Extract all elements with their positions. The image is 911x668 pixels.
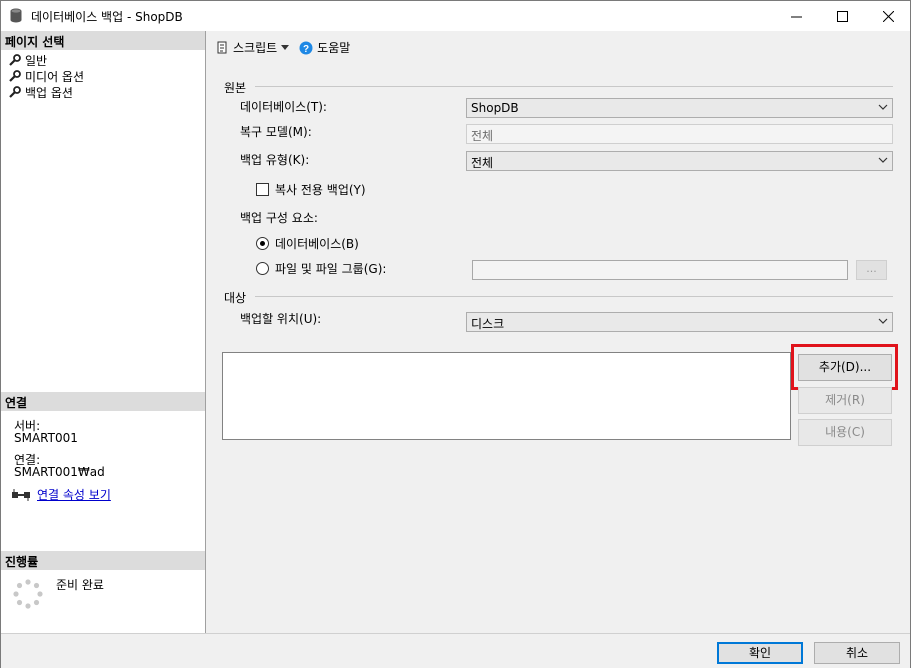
wrench-icon: [9, 86, 21, 98]
ok-button[interactable]: 확인: [717, 642, 803, 664]
copy-only-label: 복사 전용 백업(Y): [275, 183, 366, 197]
help-label: 도움말: [317, 41, 351, 55]
destination-group-label: 대상: [224, 291, 247, 305]
cancel-button[interactable]: 취소: [814, 642, 900, 664]
connection-value: SMART001₩ad: [14, 465, 105, 479]
backup-to-combo[interactable]: 디스크: [466, 312, 893, 332]
footer-bar: 확인 취소: [1, 633, 910, 668]
chevron-down-icon: [878, 157, 888, 163]
help-button[interactable]: ? 도움말: [299, 39, 350, 56]
wrench-icon: [9, 70, 21, 82]
nav-item-label: 백업 옵션: [25, 85, 73, 100]
database-combo-value: ShopDB: [471, 101, 519, 115]
left-pane: 페이지 선택 일반 미디어 옵션 백업 옵션 연결 서버: SMART001 연…: [1, 31, 206, 633]
minimize-icon: [790, 16, 802, 17]
radio-dot: [256, 262, 269, 275]
close-button[interactable]: [865, 1, 911, 31]
recovery-model-field: 전체: [466, 124, 893, 144]
help-icon: ?: [299, 41, 313, 55]
recovery-model-label: 복구 모델(M):: [240, 125, 312, 139]
maximize-button[interactable]: [819, 1, 865, 31]
backup-component-label: 백업 구성 요소:: [240, 211, 318, 225]
chevron-down-icon: [281, 44, 290, 50]
radio-files-filegroups[interactable]: 파일 및 파일 그룹(G):: [256, 260, 386, 277]
progress-spinner-icon: [13, 579, 43, 609]
connection-plug-icon: [12, 488, 30, 501]
checkbox-box: [256, 183, 269, 196]
progress-header: 진행률: [1, 551, 205, 570]
database-icon: [10, 8, 22, 23]
chevron-down-icon: [878, 104, 888, 110]
copy-only-checkbox[interactable]: 복사 전용 백업(Y): [256, 181, 366, 198]
browse-files-button[interactable]: ...: [856, 260, 887, 280]
database-label: 데이터베이스(T):: [240, 100, 327, 114]
script-button[interactable]: 스크립트: [215, 39, 290, 56]
source-group-label: 원본: [224, 81, 247, 95]
script-label: 스크립트: [233, 41, 278, 55]
nav-item-general[interactable]: 일반: [9, 52, 47, 68]
script-icon: [217, 41, 227, 53]
nav-item-backup-options[interactable]: 백업 옵션: [9, 84, 73, 100]
minimize-button[interactable]: [773, 1, 819, 31]
nav-item-label: 일반: [25, 53, 48, 68]
backup-database-window: 데이터베이스 백업 - ShopDB 페이지 선택 일반 미디어 옵션 백업 옵…: [0, 0, 911, 668]
main-pane: 스크립트 ? 도움말 원본 데이터베이스(T): ShopDB 복구 모델(M)…: [207, 31, 910, 633]
contents-button[interactable]: 내용(C): [798, 419, 892, 446]
server-value: SMART001: [14, 431, 78, 445]
destination-divider: [255, 296, 893, 297]
files-filegroups-input[interactable]: [472, 260, 848, 280]
window-title: 데이터베이스 백업 - ShopDB: [31, 10, 183, 24]
title-bar: 데이터베이스 백업 - ShopDB: [1, 1, 910, 31]
backup-type-combo[interactable]: 전체: [466, 151, 893, 171]
backup-destination-list[interactable]: [222, 352, 791, 440]
page-select-header: 페이지 선택: [1, 31, 205, 50]
nav-item-label: 미디어 옵션: [25, 69, 85, 84]
backup-type-combo-value: 전체: [471, 156, 494, 170]
wrench-icon: [9, 54, 21, 66]
progress-status: 준비 완료: [56, 578, 104, 592]
backup-to-combo-value: 디스크: [471, 317, 505, 331]
close-icon: [882, 10, 894, 22]
radio-database[interactable]: 데이터베이스(B): [256, 235, 359, 252]
remove-destination-button[interactable]: 제거(R): [798, 387, 892, 414]
maximize-icon: [836, 10, 848, 22]
nav-item-media-options[interactable]: 미디어 옵션: [9, 68, 84, 84]
add-button-highlight: [791, 344, 898, 390]
connection-header: 연결: [1, 392, 205, 411]
view-connection-properties-link[interactable]: 연결 속성 보기: [11, 486, 111, 503]
database-combo[interactable]: ShopDB: [466, 98, 893, 118]
svg-text:?: ?: [303, 44, 309, 55]
toolbar: 스크립트 ? 도움말: [215, 39, 350, 56]
radio-files-label: 파일 및 파일 그룹(G):: [275, 262, 387, 276]
chevron-down-icon: [878, 318, 888, 324]
source-divider: [255, 86, 893, 87]
radio-dot: [256, 237, 269, 250]
view-connection-properties-label: 연결 속성 보기: [37, 488, 111, 502]
backup-to-label: 백업할 위치(U):: [240, 312, 322, 326]
backup-type-label: 백업 유형(K):: [240, 153, 310, 167]
radio-database-label: 데이터베이스(B): [275, 237, 359, 251]
